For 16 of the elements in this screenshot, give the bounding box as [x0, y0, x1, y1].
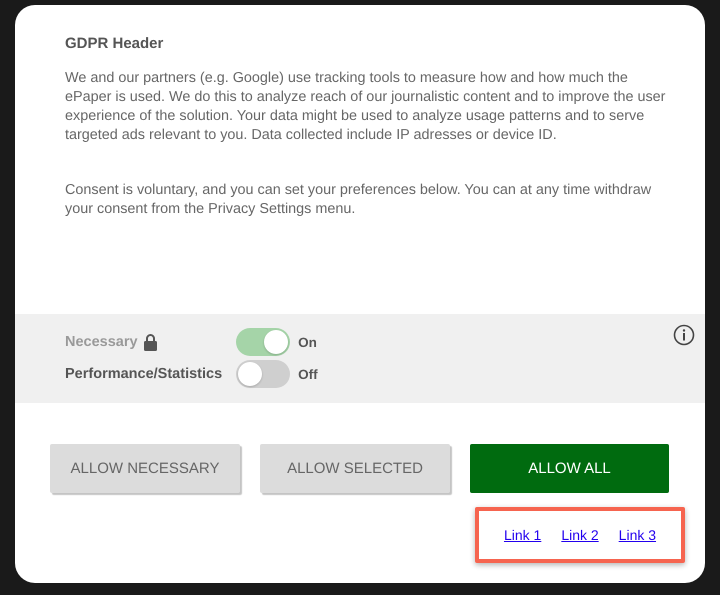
consent-button[interactable]: ALLOW NECESSARY	[50, 444, 240, 493]
paragraph: Consent is voluntary, and you can set your preferences below. You can at any time withdraw your consent from the Privacy Settings menu.	[65, 181, 652, 219]
allow-all-button[interactable]: ALLOW ALL	[470, 444, 669, 493]
preference-label: Necessary	[65, 334, 138, 350]
info-icon[interactable]	[673, 324, 695, 346]
toggle-state: Off	[298, 366, 318, 382]
toggle-state: On	[298, 334, 317, 350]
lock-icon	[144, 334, 157, 350]
dialog-title: GDPR Header	[65, 35, 164, 52]
footer-link[interactable]: Link 2	[561, 527, 599, 543]
paragraph: We and our partners (e.g. Google) use tracking tools to measure how and how much the ePaper is used. We do this to analyze reach of our journalistic content and to improve the user experience of the solution. Your data might be used to analyze usage patterns and to serve targeted ads relevant to you. Data collected include IP adresses or device ID.	[65, 69, 666, 145]
consent-button[interactable]: ALLOW SELECTED	[260, 444, 450, 493]
footer-link[interactable]: Link 3	[618, 527, 656, 543]
preference-label: Performance/Statistics	[65, 366, 222, 382]
footer-link[interactable]: Link 1	[504, 527, 542, 543]
toggle-switch[interactable]	[236, 360, 290, 388]
